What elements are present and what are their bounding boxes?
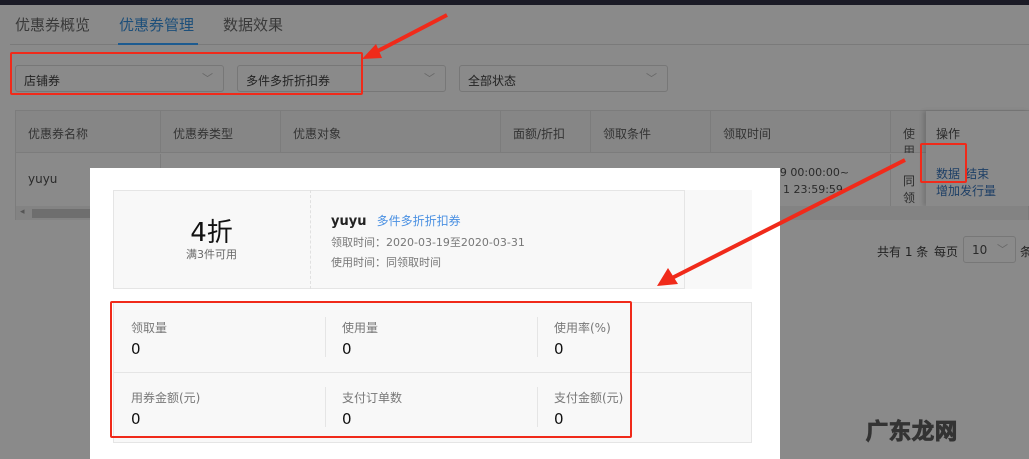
arrow-icon (657, 158, 906, 286)
arrow-icon (362, 13, 448, 59)
annotation-arrows (362, 13, 906, 286)
watermark-logo: 广东龙网 (865, 420, 959, 446)
